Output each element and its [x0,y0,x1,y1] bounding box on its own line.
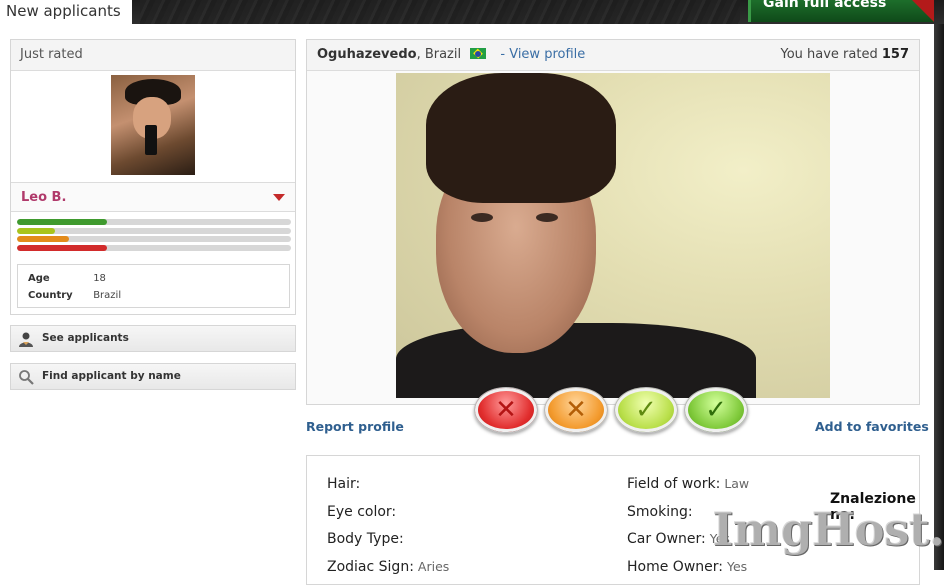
details-left: Hair: Eye color: Body Type: Zodiac Sign:… [327,474,449,584]
view-profile-link[interactable]: - View profile [500,47,585,62]
rated-label: You have rated [780,47,878,62]
rate-maybe-yes-button[interactable]: ✓ [614,387,678,433]
just-rated-photo[interactable] [111,75,195,175]
see-applicants-button[interactable]: See applicants [10,325,296,352]
detail-value: Aries [417,558,450,574]
cross-icon: ✕ [565,395,587,425]
page-edge [934,24,944,570]
profile-header: Oguhazevedo, Brazil - View profile You h… [307,40,919,71]
check-icon: ✓ [635,395,657,425]
find-applicant-label: Find applicant by name [42,370,181,382]
detail-key: Field of work: [627,476,721,492]
detail-value: Law [724,476,750,491]
person-icon [19,332,33,347]
photo-eye [536,213,558,222]
gain-full-access-label: Gain full access [763,0,887,11]
rating-buttons: ✕ ✕ ✓ ✓ [474,387,750,433]
detail-key: Zodiac Sign: [327,558,414,575]
rating-bar-1 [17,219,291,225]
detail-key: Body Type: [327,531,404,547]
just-rated-name: Leo B. [21,190,67,205]
info-row-age: Age 18 [28,270,289,287]
rating-bar-3 [17,236,291,242]
rated-counter: You have rated 157 [780,40,909,70]
photo-phone [145,125,157,155]
rate-yes-button[interactable]: ✓ [684,387,748,433]
info-value: Brazil [93,290,122,301]
detail-key: Home Owner: [627,558,723,575]
rate-maybe-no-button[interactable]: ✕ [544,387,608,433]
profile-country: , Brazil [416,47,462,62]
info-value: 18 [93,273,106,284]
see-applicants-label: See applicants [42,332,129,344]
rating-bar-2 [17,227,291,234]
info-key: Age [28,273,50,284]
corner-ribbon-icon [912,0,934,22]
detail-body-type: Body Type: [327,529,449,557]
detail-key: Car Owner: [627,531,706,547]
info-key: Country [28,290,73,301]
just-rated-name-row[interactable]: Leo B. [11,182,295,212]
tab-new-applicants[interactable]: New applicants [0,0,132,24]
rating-bar-fill [17,244,108,251]
detail-key: Smoking: [627,503,693,520]
detail-zodiac: Zodiac Sign: Aries [327,557,449,585]
watermark-logo: ImgHost.pl [712,502,944,556]
detail-key: Eye color: [327,503,397,520]
rating-bars [17,219,291,253]
rating-bar-fill [17,227,56,234]
cross-icon: ✕ [495,395,517,425]
find-applicant-button[interactable]: Find applicant by name [10,363,296,390]
info-row-country: Country Brazil [28,287,289,304]
rate-no-button[interactable]: ✕ [474,387,538,433]
just-rated-panel: Just rated Leo B. Age 18 Country Brazil [10,39,296,315]
rating-bar-4 [17,244,291,251]
rated-count: 157 [881,47,909,62]
gain-full-access-button[interactable]: Gain full access [748,0,934,22]
detail-field-of-work: Field of work: Law [627,474,749,502]
detail-key: Hair: [327,476,361,492]
dropdown-arrow-icon[interactable] [273,194,285,201]
detail-home-owner: Home Owner: Yes [627,557,749,585]
detail-hair: Hair: [327,474,449,502]
profile-photo[interactable] [396,73,830,398]
check-icon: ✓ [705,395,727,425]
brazil-flag-icon [470,48,487,59]
photo-eye [471,213,493,222]
top-bar: New applicants Gain full access [0,0,944,24]
photo-hair [426,73,616,203]
profile-username[interactable]: Oguhazevedo [317,47,417,62]
detail-value: Yes [726,558,748,574]
report-profile-link[interactable]: Report profile [306,419,404,434]
search-icon [19,370,34,385]
rating-bar-fill [17,236,70,242]
just-rated-title: Just rated [11,40,295,71]
detail-eye-color: Eye color: [327,502,449,530]
rating-bar-fill [17,219,108,225]
just-rated-info: Age 18 Country Brazil [17,264,290,308]
add-to-favorites-link[interactable]: Add to favorites [815,419,929,434]
header-texture [140,0,740,24]
